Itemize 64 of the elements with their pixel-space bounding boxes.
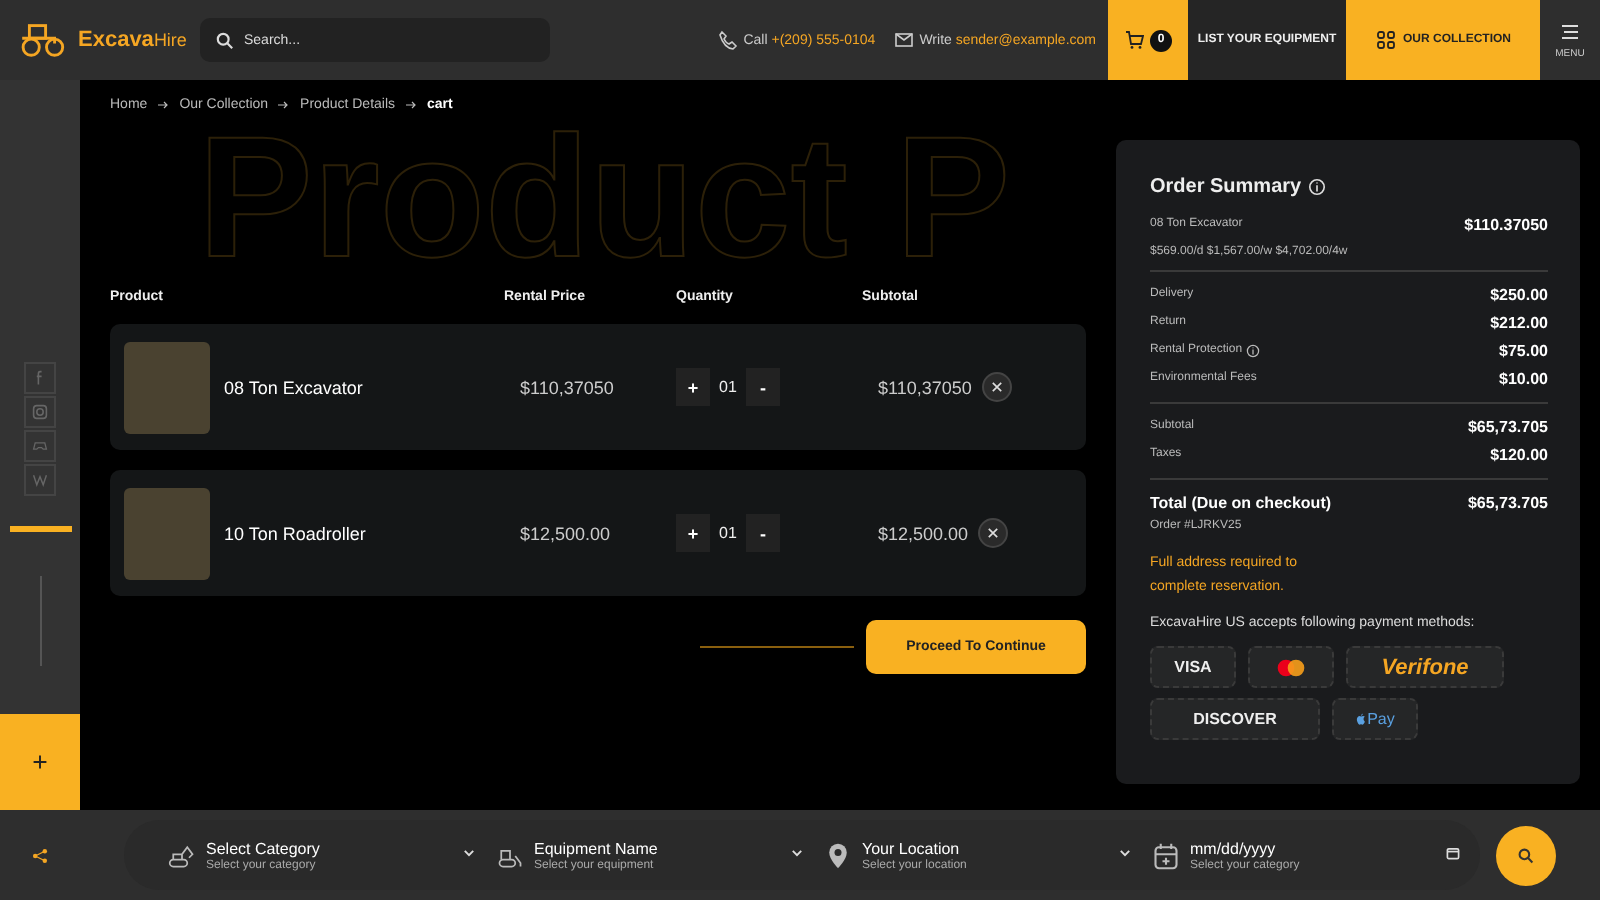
subtotal-amount: $65,73.705 xyxy=(1467,417,1548,435)
arrow-icon xyxy=(405,99,418,109)
decrement-button[interactable]: - xyxy=(746,514,780,552)
excavator-icon xyxy=(168,841,196,869)
search-icon xyxy=(216,31,234,49)
quantity-value: 01 xyxy=(717,378,739,396)
photo-placeholder xyxy=(124,341,210,433)
arrow-icon xyxy=(278,99,291,109)
search-button[interactable] xyxy=(1496,825,1556,885)
increment-button[interactable]: + xyxy=(676,368,710,406)
search-icon xyxy=(1518,847,1534,863)
brand-name[interactable]: ExcavaHire xyxy=(78,28,187,52)
filter-label: Select Category xyxy=(206,839,322,857)
increment-button[interactable]: + xyxy=(676,514,710,552)
total-value: $65,73.705 xyxy=(1467,493,1548,511)
filter-label: mm/dd/yyyy xyxy=(1190,839,1278,857)
gamepad-icon[interactable] xyxy=(24,430,56,462)
photo-placeholder xyxy=(124,487,210,579)
location-pin-icon xyxy=(824,841,852,869)
cart-icon xyxy=(1124,30,1144,50)
info-icon xyxy=(1307,178,1326,196)
mastercard-logo xyxy=(1248,646,1334,688)
plus-icon xyxy=(32,754,48,770)
verifone-logo: Verifone xyxy=(1346,646,1504,688)
w-logo-icon[interactable] xyxy=(24,464,56,496)
filter-label: Your Location xyxy=(862,839,962,857)
summary-title: Order Summary xyxy=(1150,176,1302,198)
calendar-icon xyxy=(1446,845,1460,859)
remove-button[interactable] xyxy=(981,372,1012,402)
roller-logo-icon xyxy=(18,22,66,58)
rental-price: $110,37050 xyxy=(518,377,616,397)
product-name: 10 Ton Roadroller xyxy=(224,523,366,543)
chevron-down-icon xyxy=(462,845,476,859)
remove-button[interactable] xyxy=(978,518,1009,548)
menu-icon xyxy=(1560,21,1580,41)
chevron-down-icon xyxy=(1118,845,1132,859)
rental-price: $12,500.00 xyxy=(518,523,613,543)
grid-icon xyxy=(1375,30,1395,50)
item-price: $110.37050 xyxy=(1464,215,1548,233)
subtotal-value: $12,500.00 xyxy=(878,523,969,543)
fee-value: $250.00 xyxy=(1490,285,1548,303)
share-icon xyxy=(32,847,48,863)
instagram-icon[interactable] xyxy=(24,396,56,428)
fee-value: $75.00 xyxy=(1499,341,1548,359)
discover-logo: DISCOVER xyxy=(1150,698,1320,740)
apple-pay-logo: Pay xyxy=(1332,698,1418,740)
visa-logo: VISA xyxy=(1150,646,1236,688)
subtotal-amount: $120.00 xyxy=(1490,445,1548,463)
close-icon xyxy=(986,526,1001,540)
close-icon xyxy=(989,380,1004,394)
mail-icon xyxy=(893,30,914,50)
product-name: 08 Ton Excavator xyxy=(224,377,363,397)
arrow-icon xyxy=(157,99,170,109)
total-label: Total (Due on checkout) xyxy=(1150,493,1332,511)
fee-value: $10.00 xyxy=(1499,369,1548,387)
filter-label: Equipment Name xyxy=(534,839,660,857)
subtotal-value: $110,37050 xyxy=(878,377,972,397)
facebook-icon[interactable] xyxy=(24,362,56,394)
phone-icon xyxy=(717,30,738,50)
quantity-value: 01 xyxy=(717,524,739,542)
fee-value: $212.00 xyxy=(1490,313,1548,331)
decrement-button[interactable]: - xyxy=(746,368,780,406)
chevron-down-icon xyxy=(790,845,804,859)
calendar-icon xyxy=(1152,841,1180,869)
